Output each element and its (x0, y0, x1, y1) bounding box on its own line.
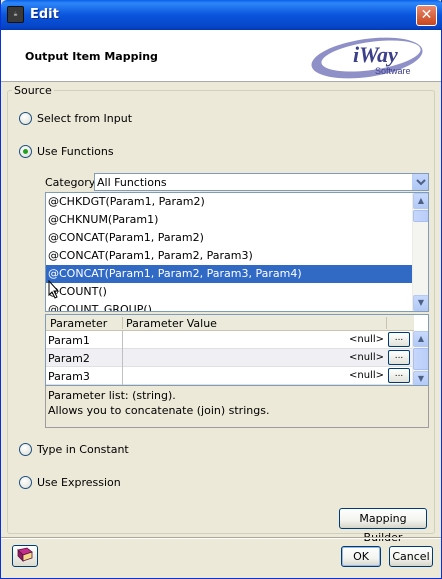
function-list-item[interactable]: @CHKDGT(Param1, Param2) (46, 193, 414, 211)
scroll-down-icon[interactable]: ▼ (413, 295, 428, 311)
scrollbar-thumb[interactable] (413, 210, 428, 222)
table-row[interactable]: Param1 <null>... (46, 331, 414, 349)
function-list-item[interactable]: @CHKNUM(Param1) (46, 211, 414, 229)
cancel-button[interactable]: Cancel (389, 546, 433, 567)
scroll-up-icon[interactable]: ▲ (413, 193, 428, 209)
parameter-value[interactable]: <null> (349, 334, 384, 345)
radio-button[interactable] (19, 476, 32, 489)
radio-button[interactable] (19, 112, 32, 125)
function-list-item[interactable]: @COUNT_GROUP() (46, 301, 414, 311)
logo-subtext: Software (375, 66, 411, 76)
parameter-browse-button[interactable]: ... (388, 368, 410, 383)
column-header-parameter-value[interactable]: Parameter Value (126, 317, 217, 330)
radio-button-checked[interactable] (19, 145, 32, 158)
scroll-down-icon[interactable]: ▼ (413, 371, 428, 385)
cell-divider (122, 367, 123, 385)
radio-label: Use Expression (37, 476, 121, 489)
function-items: @CHKDGT(Param1, Param2) @CHKNUM(Param1) @C… (46, 193, 414, 311)
parameter-name: Param3 (48, 370, 90, 383)
radio-label: Select from Input (37, 112, 133, 125)
parameter-table: Parameter Parameter Value Param1 <null>..… (45, 314, 429, 386)
title-bar[interactable]: ☕ Edit ✕ (1, 0, 442, 30)
iway-logo: iWay Software (311, 37, 423, 79)
radio-label: Use Functions (37, 145, 114, 158)
cell-divider (122, 331, 123, 349)
parameter-table-scrollbar[interactable]: ▲ ▼ (412, 331, 428, 385)
table-row[interactable]: Param2 <null>... (46, 349, 414, 367)
parameter-name: Param1 (48, 334, 90, 347)
function-description: Parameter list: (string). Allows you to … (45, 386, 429, 428)
source-legend: Source (12, 84, 54, 97)
description-line: Parameter list: (string). (48, 389, 176, 402)
close-button[interactable]: ✕ (416, 5, 437, 26)
description-line: Allows you to concatenate (join) strings… (48, 404, 270, 417)
parameter-browse-button[interactable]: ... (388, 350, 410, 365)
footer-separator (1, 537, 441, 539)
help-book-icon (17, 547, 33, 562)
category-select[interactable]: All Functions (94, 173, 429, 191)
page-title: Output Item Mapping (25, 50, 158, 63)
chevron-down-icon[interactable] (412, 174, 428, 190)
edit-dialog: ☕ Edit ✕ Output Item Mapping iWay Softwa… (0, 0, 442, 579)
parameter-name: Param2 (48, 352, 90, 365)
parameter-browse-button[interactable]: ... (388, 332, 410, 347)
column-header-parameter[interactable]: Parameter (50, 317, 107, 330)
function-list-scrollbar[interactable]: ▲ ▼ (412, 193, 428, 311)
java-cup-icon: ☕ (7, 6, 24, 23)
table-row[interactable]: Param3 <null>... (46, 367, 414, 385)
function-list-item[interactable]: @CONCAT(Param1, Param2, Param3, Param4) (46, 265, 414, 283)
scroll-up-icon[interactable]: ▲ (413, 331, 428, 347)
column-divider[interactable] (386, 317, 387, 329)
parameter-value[interactable]: <null> (349, 370, 384, 381)
logo-text: iWay (353, 42, 398, 67)
mapping-builder-button[interactable]: Mapping Builder (339, 508, 427, 544)
radio-use-functions[interactable]: Use Functions (19, 145, 114, 158)
category-value: All Functions (97, 176, 167, 189)
cell-divider (122, 349, 123, 367)
column-divider[interactable] (122, 317, 123, 329)
category-label: Category: (45, 176, 99, 189)
function-list-item[interactable]: @CONCAT(Param1, Param2) (46, 229, 414, 247)
window-title: Edit (30, 7, 59, 22)
parameter-table-header: Parameter Parameter Value (46, 315, 414, 331)
function-list[interactable]: @CHKDGT(Param1, Param2) @CHKNUM(Param1) @C… (45, 192, 429, 312)
radio-select-from-input[interactable]: Select from Input (19, 112, 132, 125)
radio-type-in-constant[interactable]: Type in Constant (19, 443, 129, 456)
help-book-button[interactable] (12, 545, 38, 567)
dialog-header: Output Item Mapping iWay Software (1, 30, 441, 82)
radio-button[interactable] (19, 443, 32, 456)
radio-label: Type in Constant (37, 443, 129, 456)
ok-button[interactable]: OK (341, 546, 381, 567)
mouse-cursor-icon (48, 280, 60, 299)
scrollbar-thumb[interactable] (413, 348, 428, 370)
function-list-item[interactable]: @COUNT() (46, 283, 414, 301)
function-list-item[interactable]: @CONCAT(Param1, Param2, Param3) (46, 247, 414, 265)
radio-use-expression[interactable]: Use Expression (19, 476, 121, 489)
parameter-value[interactable]: <null> (349, 352, 384, 363)
